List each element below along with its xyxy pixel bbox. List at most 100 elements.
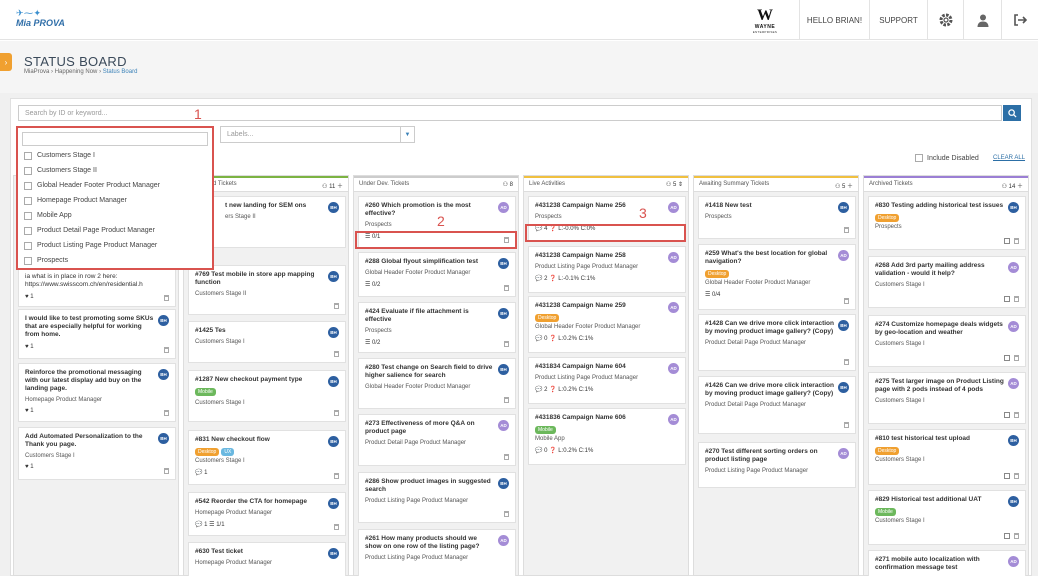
trash-icon[interactable]	[504, 397, 509, 403]
activity-card[interactable]: #431836 Campaign Name 606 AD Mobile Mobi…	[528, 408, 686, 465]
ticket-card[interactable]: #831 New checkout flow BH Desktop UX Cust…	[188, 430, 346, 485]
ticket-category: Customers Stage I	[195, 458, 245, 464]
chevron-down-icon[interactable]: ▼	[400, 127, 414, 142]
settings-button[interactable]	[927, 0, 963, 40]
ticket-card[interactable]: #769 Test mobile in store app mapping fu…	[188, 265, 346, 315]
ticket-card[interactable]: #1428 Can we drive more click interactio…	[698, 314, 856, 371]
trash-icon[interactable]	[1014, 355, 1019, 361]
ticket-card[interactable]: I would like to test promoting some SKUs…	[18, 309, 176, 359]
ticket-card[interactable]: #542 Reorder the CTA for homepage BH Hom…	[188, 492, 346, 536]
category-option[interactable]: Customers Stage I	[18, 148, 212, 163]
ticket-card[interactable]: #424 Evaluate if file attachment is effe…	[358, 302, 516, 353]
search-button[interactable]	[1003, 105, 1021, 121]
trash-icon[interactable]	[164, 347, 169, 353]
trash-icon[interactable]	[1014, 412, 1019, 418]
support-link[interactable]: SUPPORT	[869, 0, 927, 40]
category-option[interactable]: Prospects	[18, 253, 212, 268]
search-input[interactable]: Search by ID or keyword...	[18, 105, 1002, 121]
trash-icon[interactable]	[334, 410, 339, 416]
trash-icon[interactable]	[504, 454, 509, 460]
copy-icon[interactable]	[1004, 296, 1010, 302]
category-option[interactable]: Homepage Product Manager	[18, 193, 212, 208]
clear-all-link[interactable]: CLEAR ALL	[993, 155, 1025, 161]
category-filter-input[interactable]	[22, 132, 208, 146]
ticket-card[interactable]: #286 Show product images in suggested se…	[358, 472, 516, 523]
category-option[interactable]: Product Listing Page Product Manager	[18, 238, 212, 253]
ticket-title: #829 Historical test additional UAT	[875, 496, 982, 503]
category-option[interactable]: Product Detail Page Product Manager	[18, 223, 212, 238]
trash-icon[interactable]	[1014, 533, 1019, 539]
checkbox[interactable]	[24, 256, 32, 265]
checkbox[interactable]	[24, 211, 32, 220]
trash-icon[interactable]	[1014, 238, 1019, 244]
profile-button[interactable]	[963, 0, 1001, 40]
trash-icon[interactable]	[164, 468, 169, 474]
ticket-card[interactable]: #268 Add 3rd party mailing address valid…	[868, 256, 1026, 308]
copy-icon[interactable]	[1004, 355, 1010, 361]
miaprova-logo[interactable]: ✈ ⁓ ✦ Mia PROVA	[16, 8, 70, 36]
ticket-card[interactable]: #288 Global flyout simplification test B…	[358, 252, 516, 297]
sidebar-toggle[interactable]: ›	[0, 53, 12, 71]
trash-icon[interactable]	[334, 524, 339, 530]
trash-icon[interactable]	[164, 410, 169, 416]
ticket-card[interactable]: #810 test historical test upload BH Desk…	[868, 429, 1026, 485]
ticket-card[interactable]: #1426 Can we drive more click interactio…	[698, 376, 856, 434]
trash-icon[interactable]	[334, 303, 339, 309]
ticket-card[interactable]: #271 mobile auto localization with confi…	[868, 550, 1026, 576]
ticket-card[interactable]: Reinforce the promotional messaging with…	[18, 363, 176, 422]
ticket-card[interactable]: #274 Customize homepage deals widgets by…	[868, 315, 1026, 367]
labels-select[interactable]: Labels... ▼	[220, 126, 415, 143]
user-greeting[interactable]: HELLO BRIAN!	[799, 0, 869, 40]
ticket-card[interactable]: #270 Test different sorting orders on pr…	[698, 442, 856, 488]
checkbox[interactable]	[24, 241, 32, 250]
copy-icon[interactable]	[1004, 238, 1010, 244]
copy-icon[interactable]	[1004, 533, 1010, 539]
copy-icon[interactable]	[1004, 473, 1010, 479]
ticket-card[interactable]: #1287 New checkout payment type BH Mobil…	[188, 370, 346, 422]
ticket-card[interactable]: #1418 New test BH Prospects	[698, 196, 856, 239]
trash-icon[interactable]	[504, 285, 509, 291]
ticket-card[interactable]: ia what is in place in row 2 here: https…	[18, 267, 176, 307]
ticket-card[interactable]: #261 How many products should we show on…	[358, 529, 516, 576]
ticket-card[interactable]: #273 Effectiveness of more Q&A on produc…	[358, 414, 516, 466]
ticket-card[interactable]: Add Automated Personalization to the Tha…	[18, 427, 176, 480]
logout-button[interactable]	[1001, 0, 1038, 40]
category-option[interactable]: Global Header Footer Product Manager	[18, 178, 212, 193]
include-disabled-toggle[interactable]: Include Disabled	[915, 154, 979, 162]
category-option[interactable]: Customers Stage II	[18, 163, 212, 178]
checkbox[interactable]	[24, 151, 32, 160]
trash-icon[interactable]	[1014, 473, 1019, 479]
ticket-card[interactable]: #630 Test ticket BH Homepage Product Man…	[188, 542, 346, 576]
category-option[interactable]: Mobile App	[18, 208, 212, 223]
checkbox[interactable]	[24, 196, 32, 205]
ticket-card[interactable]: #830 Testing adding historical test issu…	[868, 196, 1026, 250]
ticket-title: I would like to test promoting some SKUs…	[25, 315, 154, 338]
checkbox[interactable]	[24, 166, 32, 175]
trash-icon[interactable]	[844, 298, 849, 304]
trash-icon[interactable]	[1014, 296, 1019, 302]
trash-icon[interactable]	[334, 351, 339, 357]
trash-icon[interactable]	[334, 473, 339, 479]
trash-icon[interactable]	[844, 422, 849, 428]
activity-card[interactable]: #431238 Campaign Name 258 AD Product Lis…	[528, 246, 686, 293]
ticket-card[interactable]: #1425 Tes BH Customers Stage I	[188, 321, 346, 363]
ticket-card[interactable]: #280 Test change on Search field to driv…	[358, 358, 516, 409]
trash-icon[interactable]	[844, 227, 849, 233]
ticket-card[interactable]: #275 Test larger image on Product Listin…	[868, 372, 1026, 424]
ticket-card[interactable]: #259 What's the best location for global…	[698, 244, 856, 310]
annotation-number-3: 3	[639, 205, 647, 221]
breadcrumb-miaprova[interactable]: MiaProva	[24, 69, 49, 75]
breadcrumb-happening-now[interactable]: Happening Now	[55, 69, 98, 75]
trash-icon[interactable]	[844, 359, 849, 365]
trash-icon[interactable]	[164, 295, 169, 301]
activity-card[interactable]: #431238 Campaign Name 259 AD Desktop Glo…	[528, 296, 686, 353]
checkbox[interactable]	[24, 181, 32, 190]
trash-icon[interactable]	[504, 511, 509, 517]
include-disabled-checkbox[interactable]	[915, 154, 923, 162]
activity-card[interactable]: #431834 Campaign Name 604 AD Product Lis…	[528, 357, 686, 404]
tag-mobile: Mobile	[875, 508, 896, 516]
copy-icon[interactable]	[1004, 412, 1010, 418]
checkbox[interactable]	[24, 226, 32, 235]
trash-icon[interactable]	[504, 341, 509, 347]
ticket-card[interactable]: #829 Historical test additional UAT BH M…	[868, 490, 1026, 545]
